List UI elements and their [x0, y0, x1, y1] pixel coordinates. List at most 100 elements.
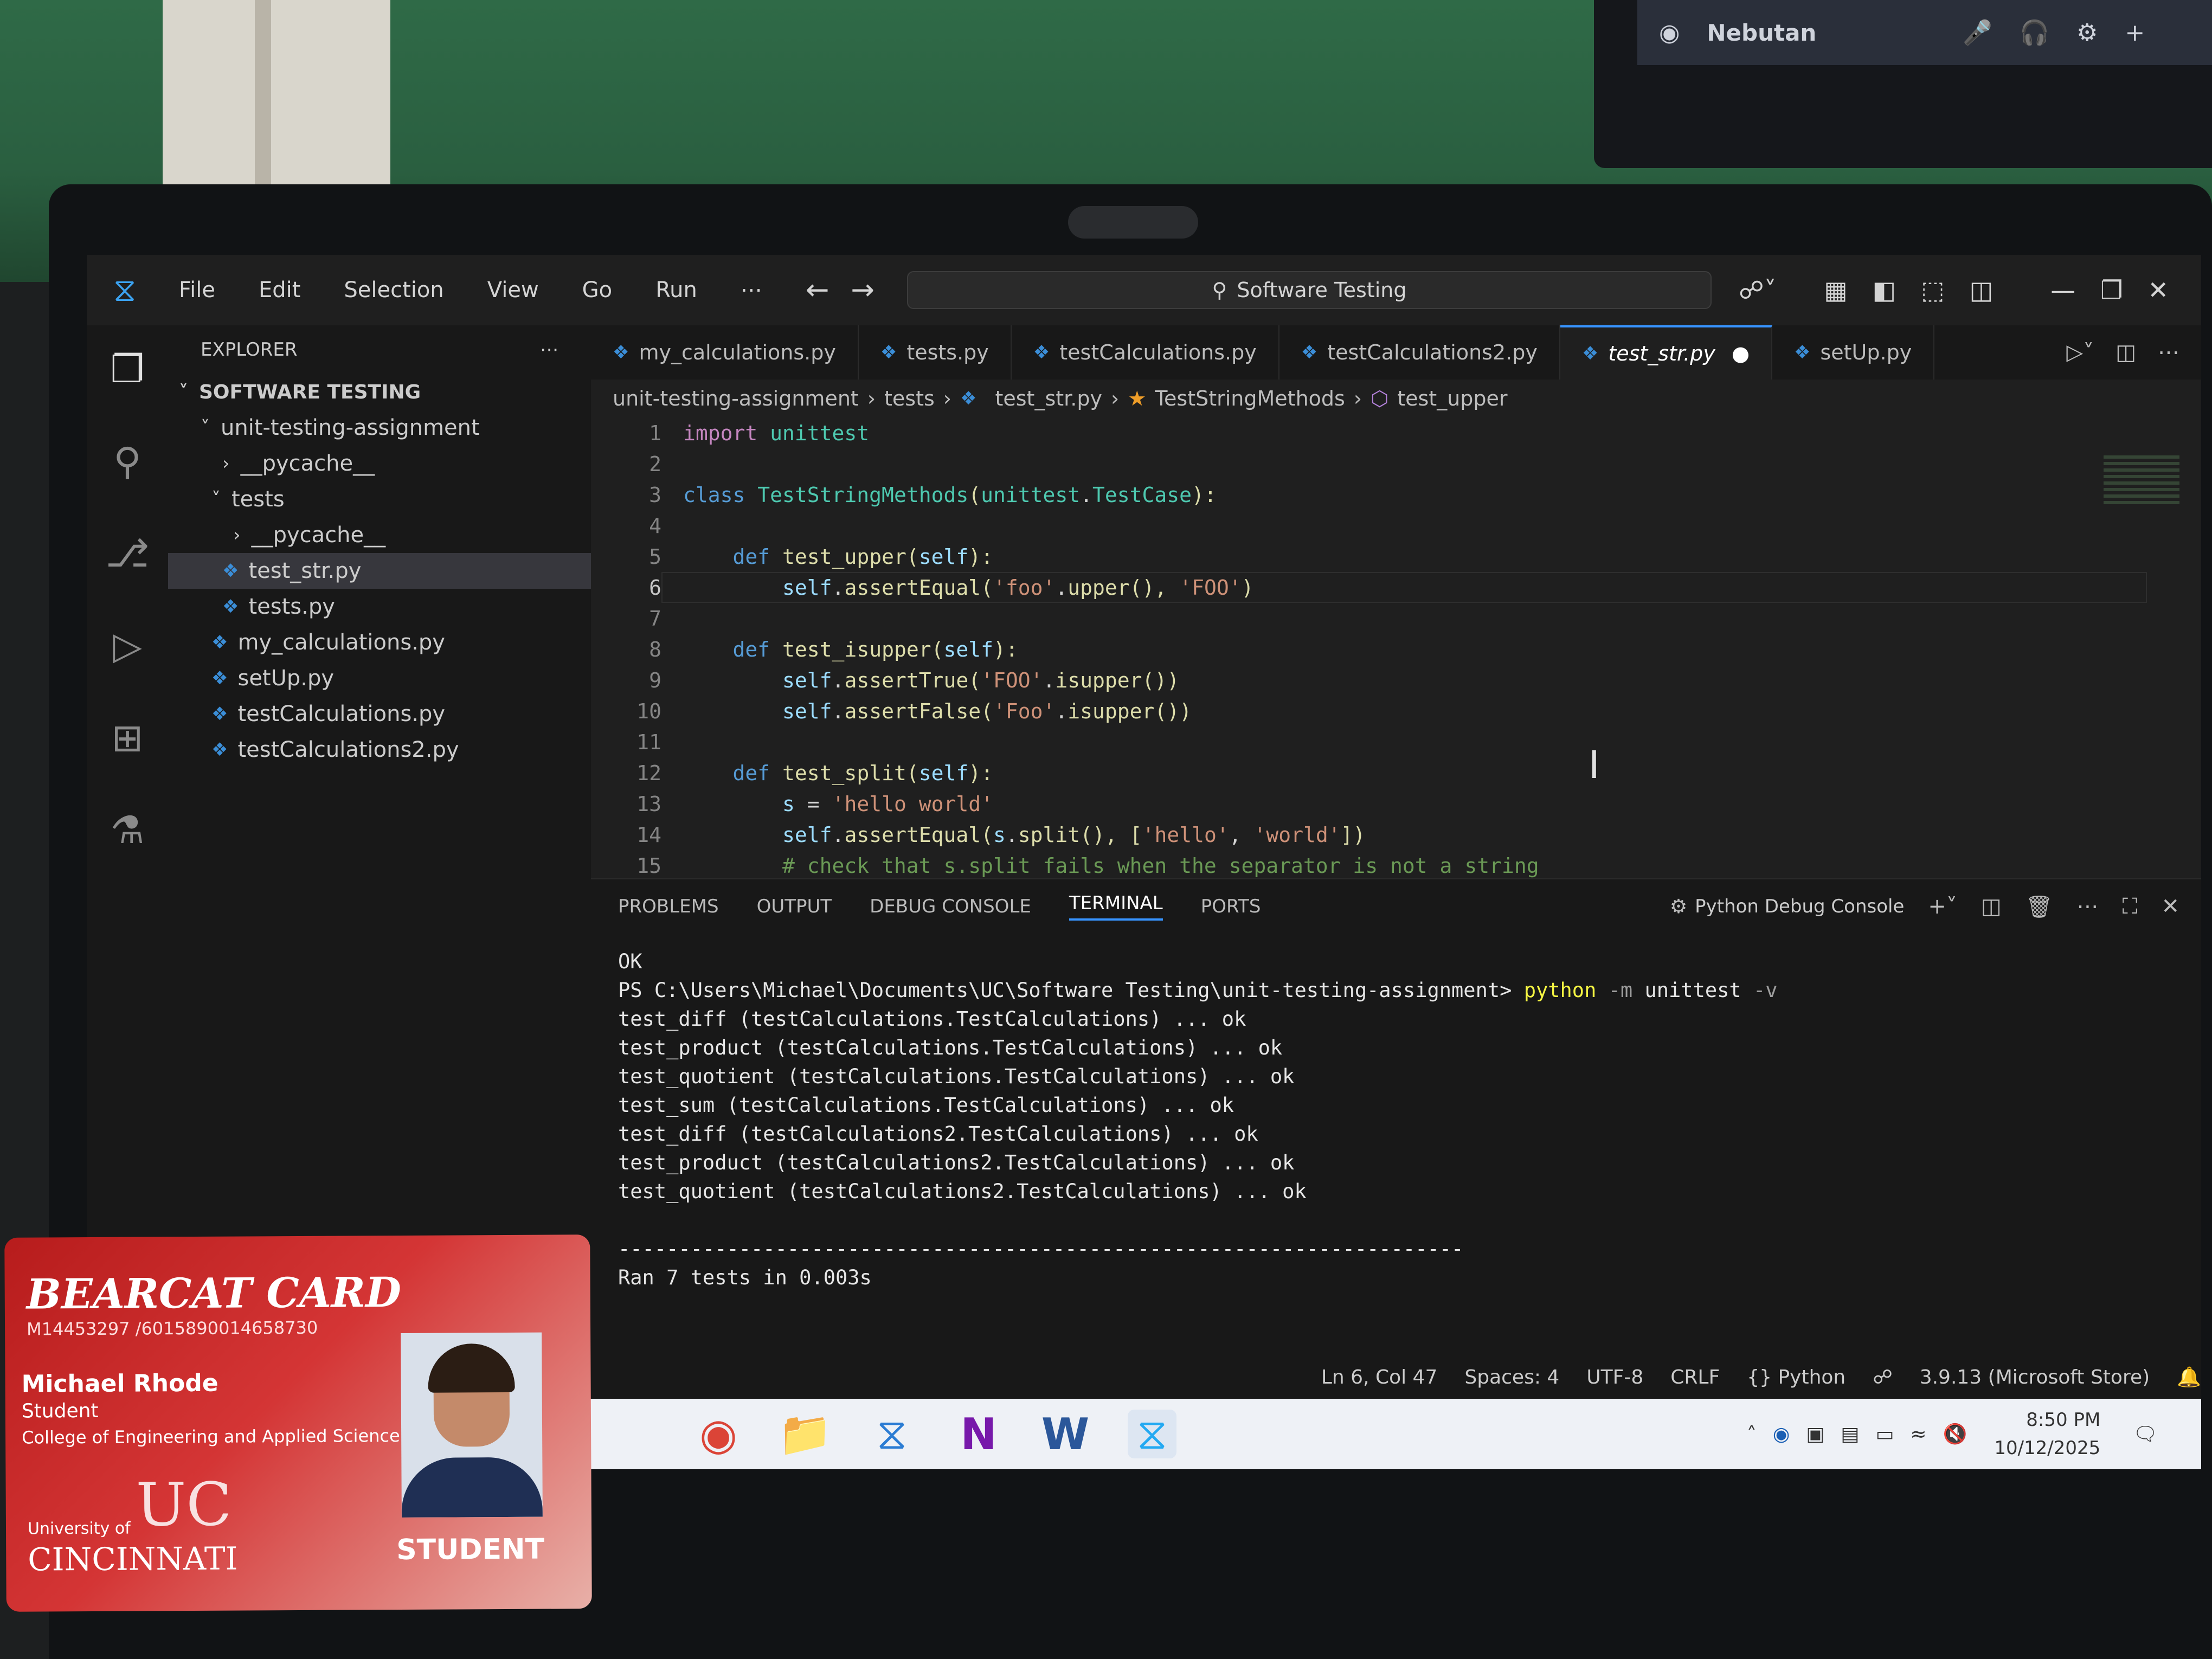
- tree-file[interactable]: ❖ setUp.py: [168, 660, 591, 696]
- code-app-icon[interactable]: ⧖: [867, 1409, 916, 1459]
- tree-folder[interactable]: ˅ tests: [168, 481, 591, 517]
- new-terminal-icon[interactable]: +˅: [1928, 894, 1957, 919]
- breadcrumb-item[interactable]: tests: [884, 387, 935, 410]
- trash-icon[interactable]: 🗑: [2025, 894, 2053, 919]
- extensions-icon[interactable]: ⊞: [112, 716, 144, 760]
- battery-icon[interactable]: ▭: [1875, 1423, 1894, 1445]
- tab-ports[interactable]: PORTS: [1201, 896, 1261, 917]
- copilot-icon[interactable]: ☍˅: [1739, 275, 1777, 305]
- status-cursor-position[interactable]: Ln 6, Col 47: [1321, 1366, 1438, 1388]
- tree-file[interactable]: ❖ tests.py: [168, 589, 591, 625]
- menu-more[interactable]: ⋯: [730, 278, 773, 303]
- plus-icon[interactable]: +: [2125, 19, 2145, 47]
- menu-view[interactable]: View: [477, 278, 550, 303]
- copilot-status-icon[interactable]: ☍: [1873, 1366, 1892, 1388]
- tab-debug-console[interactable]: DEBUG CONSOLE: [870, 896, 1031, 917]
- speaker-muted-icon[interactable]: 🔇: [1943, 1423, 1967, 1445]
- tree-folder[interactable]: › __pycache__: [168, 446, 591, 481]
- tab-tests[interactable]: ❖ tests.py: [859, 325, 1012, 380]
- split-terminal-icon[interactable]: ◫: [1981, 894, 2002, 919]
- tray-display-icon[interactable]: ▤: [1841, 1423, 1859, 1445]
- terminal-output[interactable]: OK PS C:\Users\Michael\Documents\UC\Soft…: [591, 934, 2201, 1311]
- tree-file[interactable]: ❖ testCalculations.py: [168, 696, 591, 732]
- microphone-icon[interactable]: 🎤: [1963, 18, 1992, 47]
- tab-terminal[interactable]: TERMINAL: [1069, 892, 1163, 921]
- minimize-icon[interactable]: —: [2050, 275, 2075, 305]
- chevron-up-icon[interactable]: ˄: [1747, 1423, 1757, 1445]
- menu-selection[interactable]: Selection: [333, 278, 454, 303]
- status-eol[interactable]: CRLF: [1670, 1366, 1720, 1388]
- tab-setup[interactable]: ❖ setUp.py: [1772, 325, 1935, 380]
- tab-output[interactable]: OUTPUT: [757, 896, 832, 917]
- tab-testcalculations2[interactable]: ❖ testCalculations2.py: [1279, 325, 1560, 380]
- explorer-more-button[interactable]: ⋯: [540, 339, 558, 361]
- tray-app-icon[interactable]: ◉: [1773, 1423, 1790, 1445]
- code-editor[interactable]: 1 import unittest 2 3 class TestStringMe…: [591, 417, 2163, 881]
- maximize-panel-icon[interactable]: ⛶: [2122, 894, 2137, 919]
- tab-problems[interactable]: PROBLEMS: [618, 896, 719, 917]
- file-explorer-icon[interactable]: 📁: [778, 1409, 832, 1459]
- breadcrumb-item[interactable]: test_upper: [1397, 387, 1507, 410]
- breadcrumb-item[interactable]: test_str.py: [995, 387, 1102, 410]
- close-icon[interactable]: ✕: [2147, 275, 2169, 305]
- search-view-icon[interactable]: ⚲: [113, 439, 141, 484]
- vscode-taskbar-icon[interactable]: ⧖: [1128, 1409, 1176, 1459]
- close-panel-icon[interactable]: ✕: [2161, 894, 2179, 919]
- tray-device-icon[interactable]: ▣: [1806, 1423, 1824, 1445]
- toggle-secondary-sidebar-icon[interactable]: ◫: [1970, 275, 1993, 305]
- toggle-panel-icon[interactable]: ⬚: [1921, 275, 1944, 305]
- terminal-name[interactable]: Python Debug Console: [1695, 896, 1904, 917]
- chrome-icon[interactable]: ◉: [694, 1409, 743, 1459]
- bell-icon[interactable]: 🔔: [2177, 1366, 2201, 1388]
- workspace-root[interactable]: ˅ SOFTWARE TESTING: [168, 374, 591, 410]
- tree-file[interactable]: ❖ my_calculations.py: [168, 625, 591, 660]
- photo-hair: [428, 1343, 515, 1393]
- command-center-search[interactable]: ⚲ Software Testing: [907, 271, 1712, 309]
- status-indentation[interactable]: Spaces: 4: [1464, 1366, 1559, 1388]
- onenote-icon[interactable]: N: [954, 1409, 1003, 1459]
- menu-go[interactable]: Go: [571, 278, 623, 303]
- breadcrumb-item[interactable]: unit-testing-assignment: [613, 387, 859, 410]
- source-control-icon[interactable]: ⎇: [106, 531, 150, 576]
- customize-layout-icon[interactable]: ▦: [1824, 275, 1847, 305]
- menu-run[interactable]: Run: [645, 278, 708, 303]
- wifi-icon[interactable]: ≈: [1910, 1423, 1926, 1445]
- word-icon[interactable]: W: [1041, 1409, 1090, 1459]
- avatar[interactable]: ◉: [1659, 19, 1680, 47]
- tab-test-str[interactable]: ❖ test_str.py ●: [1560, 325, 1772, 380]
- status-encoding[interactable]: UTF-8: [1586, 1366, 1643, 1388]
- headphones-icon[interactable]: 🎧: [2020, 18, 2049, 47]
- tree-file[interactable]: ❖ testCalculations2.py: [168, 732, 591, 768]
- menu-edit[interactable]: Edit: [248, 278, 311, 303]
- split-editor-icon[interactable]: ◫: [2115, 340, 2136, 365]
- explorer-icon[interactable]: ❐: [111, 347, 145, 391]
- more-actions-icon[interactable]: ⋯: [2076, 894, 2098, 919]
- run-file-icon[interactable]: ▷˅: [2066, 340, 2094, 365]
- menu-file[interactable]: File: [168, 278, 226, 303]
- notifications-icon[interactable]: 🗨: [2133, 1423, 2158, 1445]
- tab-my-calculations[interactable]: ❖ my_calculations.py: [591, 325, 859, 380]
- taskbar-clock[interactable]: 8:50 PM 10/12/2025: [1994, 1406, 2100, 1462]
- toggle-sidebar-icon[interactable]: ◧: [1873, 275, 1896, 305]
- unsaved-dot-icon[interactable]: ●: [1732, 342, 1750, 365]
- forward-arrow-icon[interactable]: →: [851, 274, 874, 306]
- tab-testcalculations[interactable]: ❖ testCalculations.py: [1012, 325, 1279, 380]
- minimap[interactable]: [2104, 455, 2179, 504]
- restore-icon[interactable]: ❐: [2100, 275, 2123, 305]
- status-language[interactable]: {} Python: [1747, 1366, 1846, 1388]
- more-actions-icon[interactable]: ⋯: [2158, 340, 2179, 365]
- tree-file[interactable]: ❖ test_str.py: [168, 553, 591, 589]
- gear-icon[interactable]: ⚙: [2076, 19, 2098, 47]
- breadcrumb-item[interactable]: TestStringMethods: [1155, 387, 1345, 410]
- tree-folder[interactable]: ˅ unit-testing-assignment: [168, 410, 591, 446]
- back-arrow-icon[interactable]: ←: [806, 274, 829, 306]
- terminal-line: test_quotient (testCalculations2.TestCal…: [618, 1180, 1307, 1203]
- run-debug-icon[interactable]: ▷: [113, 623, 142, 668]
- testing-icon[interactable]: ⚗: [111, 808, 145, 852]
- code-comment: # check that s.split fails when the sepa…: [782, 853, 1539, 878]
- tree-label: testCalculations.py: [237, 702, 446, 726]
- tree-folder[interactable]: › __pycache__: [168, 517, 591, 553]
- status-interpreter[interactable]: 3.9.13 (Microsoft Store): [1920, 1366, 2150, 1388]
